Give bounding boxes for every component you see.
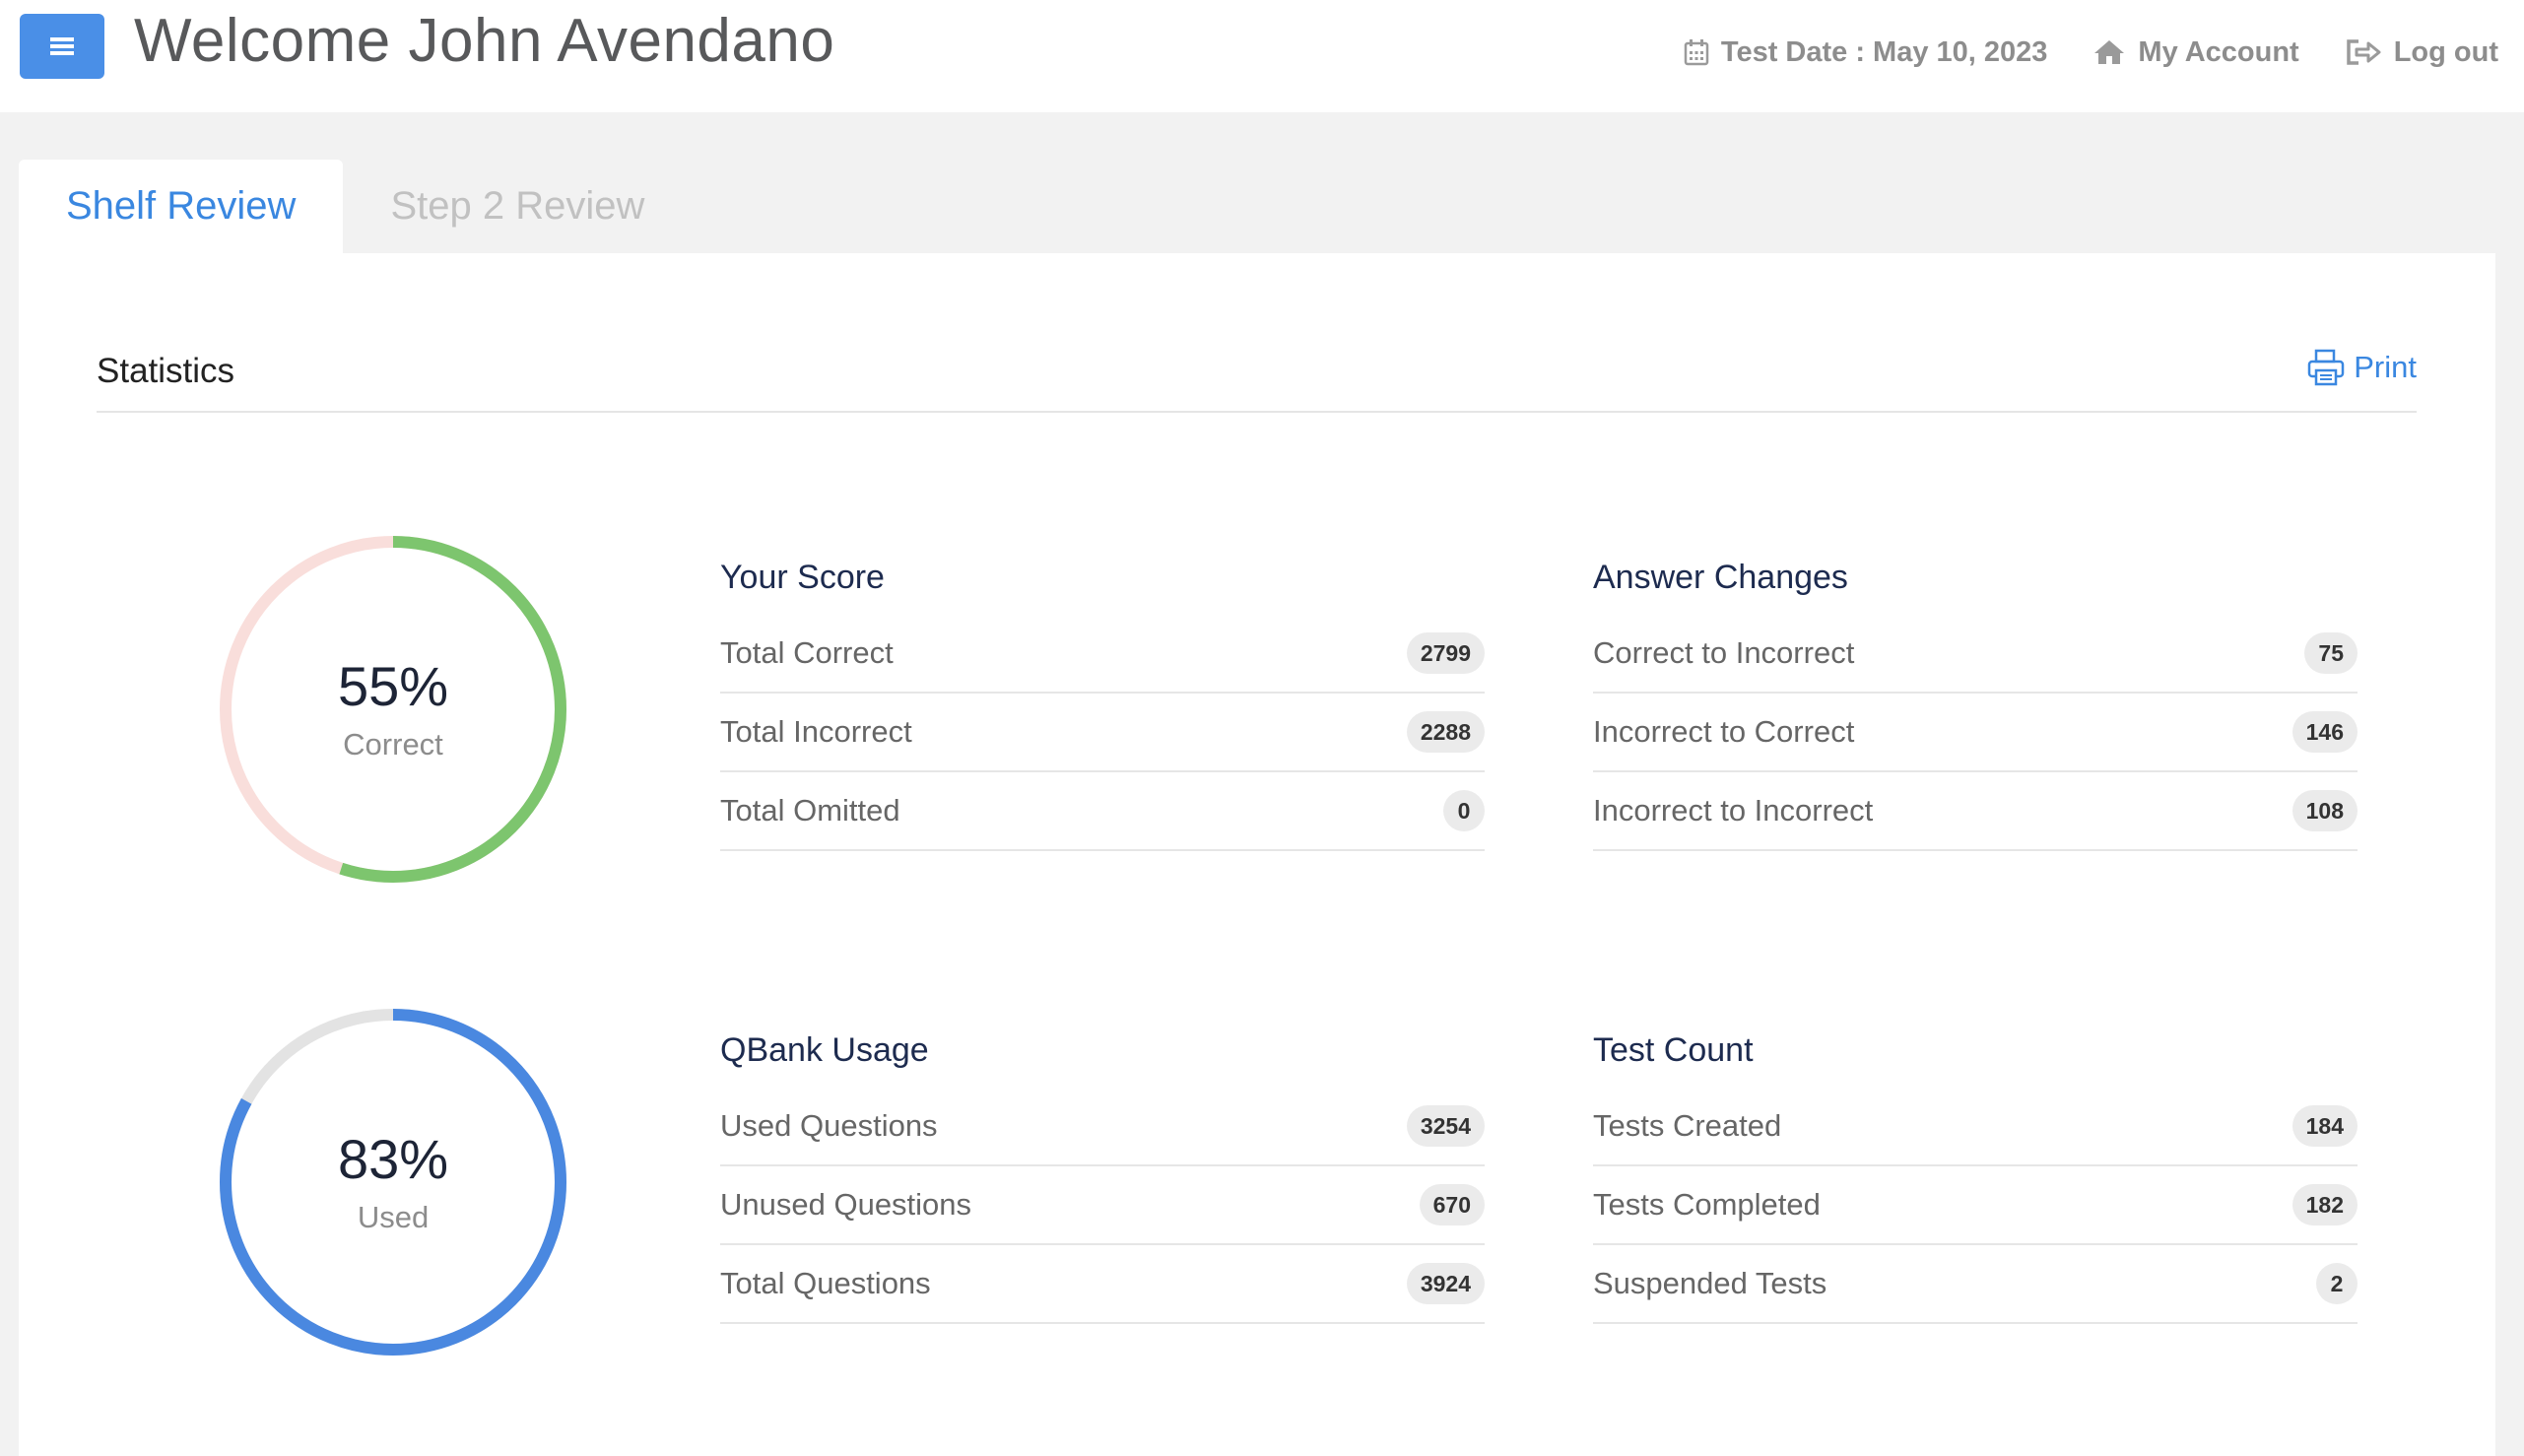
stat-badge: 2288 xyxy=(1406,711,1485,753)
statistics-header: Statistics Print xyxy=(97,349,2417,413)
stat-row: Tests Created 184 xyxy=(1593,1088,2358,1166)
correct-donut-chart: 55% Correct xyxy=(216,532,570,887)
stat-row: Total Correct 2799 xyxy=(720,615,1485,694)
correct-percent: 55% xyxy=(337,655,449,718)
stat-badge: 3924 xyxy=(1406,1263,1485,1304)
stat-label: Tests Created xyxy=(1593,1108,1782,1143)
stat-row: Tests Completed 182 xyxy=(1593,1166,2358,1245)
stat-label: Incorrect to Correct xyxy=(1593,714,1855,749)
stat-label: Unused Questions xyxy=(720,1187,972,1222)
stat-row: Unused Questions 670 xyxy=(720,1166,1485,1245)
stat-label: Total Correct xyxy=(720,635,894,670)
test-count-group: Test Count Tests Created 184 Tests Compl… xyxy=(1593,1026,2358,1324)
stat-badge: 670 xyxy=(1419,1184,1485,1225)
your-score-group: Your Score Total Correct 2799 Total Inco… xyxy=(720,554,1485,851)
logout-icon xyxy=(2346,39,2381,65)
stat-badge: 0 xyxy=(1443,790,1485,831)
home-icon xyxy=(2094,40,2125,64)
stat-row: Suspended Tests 2 xyxy=(1593,1245,2358,1324)
donut-center: 83% Used xyxy=(216,1005,570,1359)
top-header: Welcome John Avendano Test Date : May 10… xyxy=(0,0,2524,112)
qbank-usage-group: QBank Usage Used Questions 3254 Unused Q… xyxy=(720,1026,1485,1324)
review-tabs: Shelf Review Step 2 Review xyxy=(19,160,692,253)
statistics-panel: Statistics Print 55% Correct 83% Used Yo… xyxy=(19,253,2495,1456)
stat-label: Correct to Incorrect xyxy=(1593,635,1855,670)
stat-badge: 184 xyxy=(2292,1105,2358,1147)
welcome-heading: Welcome John Avendano xyxy=(134,7,835,75)
stat-label: Used Questions xyxy=(720,1108,938,1143)
menu-button[interactable] xyxy=(20,14,104,79)
correct-label: Correct xyxy=(343,726,443,761)
used-label: Used xyxy=(357,1199,430,1234)
test-date: Test Date : May 10, 2023 xyxy=(1684,35,2048,69)
answer-changes-group: Answer Changes Correct to Incorrect 75 I… xyxy=(1593,554,2358,851)
printer-icon xyxy=(2308,349,2345,386)
stat-row: Total Incorrect 2288 xyxy=(720,694,1485,772)
stat-label: Total Incorrect xyxy=(720,714,912,749)
qbank-usage-title: QBank Usage xyxy=(720,1031,929,1069)
header-links: Test Date : May 10, 2023 My Account Log … xyxy=(1684,30,2498,75)
logout-label: Log out xyxy=(2393,35,2498,68)
answer-changes-title: Answer Changes xyxy=(1593,559,1848,596)
donut-center: 55% Correct xyxy=(216,532,570,887)
my-account-label: My Account xyxy=(2138,35,2299,68)
stat-label: Total Omitted xyxy=(720,793,900,827)
stat-row: Correct to Incorrect 75 xyxy=(1593,615,2358,694)
stat-label: Tests Completed xyxy=(1593,1187,1821,1222)
stat-badge: 146 xyxy=(2292,711,2358,753)
tab-shelf-review[interactable]: Shelf Review xyxy=(19,160,344,253)
used-donut-chart: 83% Used xyxy=(216,1005,570,1359)
stat-row: Incorrect to Correct 146 xyxy=(1593,694,2358,772)
your-score-title: Your Score xyxy=(720,559,885,596)
my-account-link[interactable]: My Account xyxy=(2092,35,2299,69)
calendar-icon xyxy=(1684,39,1709,66)
stat-badge: 108 xyxy=(2292,790,2358,831)
stat-badge: 75 xyxy=(2304,632,2358,674)
tab-step-2-review[interactable]: Step 2 Review xyxy=(343,160,692,253)
print-label: Print xyxy=(2354,350,2417,384)
stat-row: Total Questions 3924 xyxy=(720,1245,1485,1324)
stat-badge: 3254 xyxy=(1406,1105,1485,1147)
statistics-title: Statistics xyxy=(97,352,235,390)
stat-badge: 182 xyxy=(2292,1184,2358,1225)
stat-label: Total Questions xyxy=(720,1266,931,1300)
stat-badge: 2799 xyxy=(1406,632,1485,674)
stat-label: Suspended Tests xyxy=(1593,1266,1827,1300)
stat-badge: 2 xyxy=(2316,1263,2358,1304)
stat-row: Incorrect to Incorrect 108 xyxy=(1593,772,2358,851)
logout-link[interactable]: Log out xyxy=(2345,36,2498,69)
print-button[interactable]: Print xyxy=(2306,348,2417,387)
stat-label: Incorrect to Incorrect xyxy=(1593,793,1874,827)
stat-row: Total Omitted 0 xyxy=(720,772,1485,851)
stat-row: Used Questions 3254 xyxy=(720,1088,1485,1166)
used-percent: 83% xyxy=(337,1128,449,1191)
test-date-text: Test Date : May 10, 2023 xyxy=(1720,35,2048,68)
hamburger-icon xyxy=(50,37,74,55)
test-count-title: Test Count xyxy=(1593,1031,1754,1069)
